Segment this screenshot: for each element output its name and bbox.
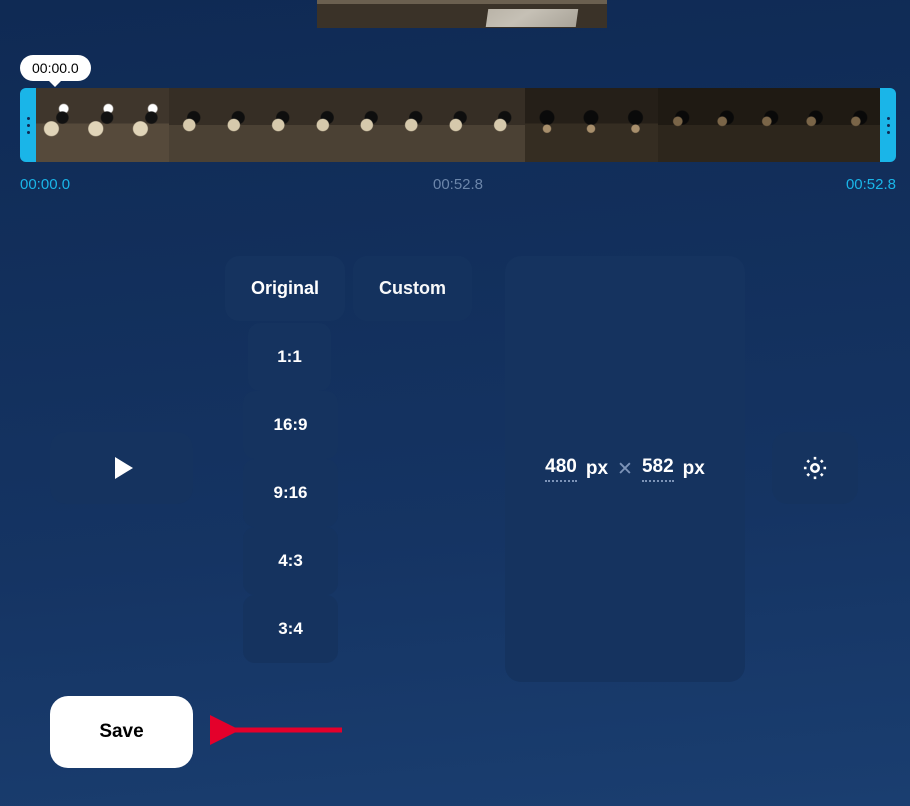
thumbnail — [702, 88, 746, 162]
trim-handle-left[interactable] — [20, 88, 36, 162]
thumbnail — [569, 88, 613, 162]
thumbnail — [258, 88, 302, 162]
ratio-16-9[interactable]: 16:9 — [243, 391, 338, 459]
dimensions-panel: 480 px ✕ 582 px — [505, 256, 745, 682]
thumbnail — [391, 88, 435, 162]
gear-icon — [801, 454, 829, 482]
drag-handle-icon — [887, 117, 890, 134]
width-value[interactable]: 480 — [545, 456, 577, 482]
timeline-track[interactable] — [20, 88, 896, 162]
thumbnail — [214, 88, 258, 162]
trim-handle-right[interactable] — [880, 88, 896, 162]
thumbnail — [613, 88, 657, 162]
timeline-start-time: 00:00.0 — [20, 176, 70, 193]
video-preview — [317, 0, 607, 28]
play-icon — [115, 457, 133, 479]
playhead-time-badge: 00:00.0 — [20, 55, 91, 81]
height-unit: px — [683, 458, 705, 480]
thumbnail — [80, 88, 124, 162]
thumbnail — [125, 88, 169, 162]
timeline: 00:00.0 00:52.8 00:52.8 — [20, 88, 896, 198]
dimensions-separator: ✕ — [617, 458, 633, 481]
tab-custom[interactable]: Custom — [353, 256, 472, 321]
thumbnail — [525, 88, 569, 162]
thumbnail — [347, 88, 391, 162]
arrow-annotation — [210, 710, 350, 750]
settings-button[interactable] — [772, 432, 858, 504]
thumbnail — [36, 88, 80, 162]
timeline-labels: 00:00.0 00:52.8 00:52.8 — [20, 176, 896, 198]
dimensions-row: 480 px ✕ 582 px — [545, 456, 705, 482]
aspect-ratio-list: 1:1 16:9 9:16 4:3 3:4 — [243, 323, 338, 663]
thumbnail — [169, 88, 213, 162]
thumbnail — [658, 88, 702, 162]
height-value[interactable]: 582 — [642, 456, 674, 482]
save-button[interactable]: Save — [50, 696, 193, 768]
timeline-end-time: 00:52.8 — [846, 176, 896, 193]
ratio-4-3[interactable]: 4:3 — [243, 527, 338, 595]
thumbnail — [836, 88, 880, 162]
ratio-9-16[interactable]: 9:16 — [243, 459, 338, 527]
timeline-frames[interactable] — [36, 88, 880, 162]
drag-handle-icon — [27, 117, 30, 134]
thumbnail — [303, 88, 347, 162]
aspect-mode-tabs: Original Custom — [225, 256, 480, 321]
thumbnail — [747, 88, 791, 162]
thumbnail — [480, 88, 524, 162]
timeline-mid-time: 00:52.8 — [433, 176, 483, 193]
ratio-1-1[interactable]: 1:1 — [248, 323, 331, 391]
play-button[interactable] — [50, 432, 193, 504]
tab-original[interactable]: Original — [225, 256, 345, 321]
thumbnail — [436, 88, 480, 162]
thumbnail — [791, 88, 835, 162]
ratio-3-4[interactable]: 3:4 — [243, 595, 338, 663]
width-unit: px — [586, 458, 608, 480]
